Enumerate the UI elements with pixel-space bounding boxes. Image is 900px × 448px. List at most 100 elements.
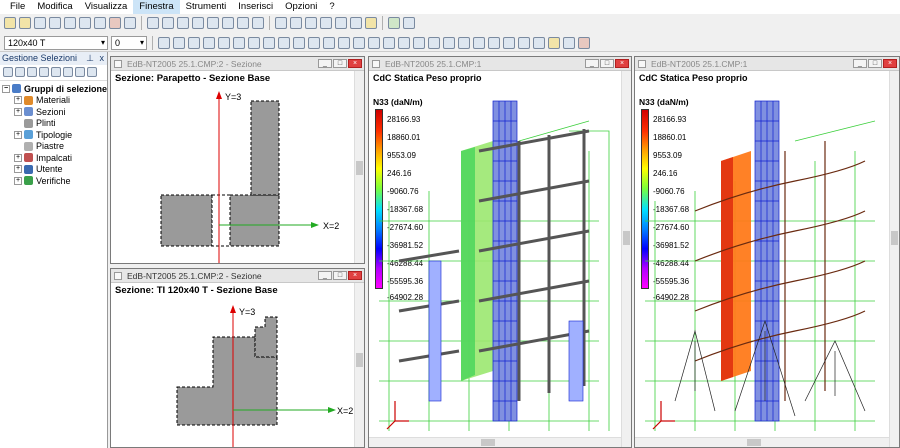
minimize-button[interactable]: _ bbox=[318, 271, 332, 280]
model-window-2[interactable]: EdB-NT2005 25.1.CMP:1 _ □ × CdC Statica Pe… bbox=[634, 56, 900, 448]
expand-icon[interactable]: + bbox=[14, 176, 22, 185]
tree-item-plinti[interactable]: Plinti bbox=[2, 118, 107, 130]
vertical-scrollbar[interactable] bbox=[354, 283, 364, 447]
zoom-all-icon[interactable] bbox=[335, 17, 347, 29]
menu-file[interactable]: File bbox=[4, 0, 31, 14]
filter-save-icon[interactable] bbox=[87, 67, 97, 77]
expand-icon[interactable]: + bbox=[14, 153, 22, 162]
new-icon[interactable] bbox=[4, 17, 16, 29]
scroll-thumb[interactable] bbox=[356, 353, 363, 367]
select-all-icon[interactable] bbox=[368, 36, 380, 49]
filter-none-icon[interactable] bbox=[75, 67, 85, 77]
minimize-button[interactable]: _ bbox=[318, 59, 332, 68]
vertical-scrollbar[interactable] bbox=[889, 71, 899, 447]
zoom-out-icon[interactable] bbox=[305, 17, 317, 29]
dropdown-icon[interactable] bbox=[403, 17, 415, 29]
filter-add-icon[interactable] bbox=[15, 67, 25, 77]
deselect-icon[interactable] bbox=[383, 36, 395, 49]
filter-invert-icon[interactable] bbox=[51, 67, 61, 77]
tree-item-impalcati[interactable]: + Impalcati bbox=[2, 152, 107, 164]
filter-icon[interactable] bbox=[3, 67, 13, 77]
maximize-button[interactable]: □ bbox=[333, 59, 347, 68]
expand-icon[interactable]: + bbox=[14, 107, 22, 116]
menu-opzioni[interactable]: Opzioni bbox=[279, 0, 323, 14]
highlight-icon[interactable] bbox=[548, 36, 560, 49]
save-icon[interactable] bbox=[34, 17, 46, 29]
tree-item-materiali[interactable]: + Materiali bbox=[2, 95, 107, 107]
insert-node-icon[interactable] bbox=[158, 36, 170, 49]
scroll-thumb[interactable] bbox=[481, 439, 495, 446]
scroll-thumb[interactable] bbox=[623, 231, 630, 245]
mirror-icon[interactable] bbox=[293, 36, 305, 49]
grid-icon[interactable] bbox=[233, 36, 245, 49]
paint-icon[interactable] bbox=[578, 36, 590, 49]
print-icon[interactable] bbox=[49, 17, 61, 29]
view-side-icon[interactable] bbox=[162, 17, 174, 29]
tree-item-sezioni[interactable]: + Sezioni bbox=[2, 106, 107, 118]
tree-item-tipologie[interactable]: + Tipologie bbox=[2, 129, 107, 141]
section-window-2[interactable]: EdB-NT2005 25.1.CMP:2 - Sezione _ □ × Sezi… bbox=[110, 268, 365, 448]
snap-icon[interactable] bbox=[248, 36, 260, 49]
pan-icon[interactable] bbox=[252, 17, 264, 29]
hide-icon[interactable] bbox=[443, 36, 455, 49]
open-icon[interactable] bbox=[19, 17, 31, 29]
tree-item-piastre[interactable]: Piastre bbox=[2, 141, 107, 153]
section-window-1[interactable]: EdB-NT2005 25.1.CMP:2 - Sezione _ □ × Sezi… bbox=[110, 56, 365, 264]
model-3d-view[interactable] bbox=[635, 71, 889, 437]
insert-slab-icon[interactable] bbox=[218, 36, 230, 49]
vertical-scrollbar[interactable] bbox=[621, 71, 631, 447]
layers-icon[interactable] bbox=[388, 17, 400, 29]
report-icon[interactable] bbox=[533, 36, 545, 49]
collapse-icon[interactable]: − bbox=[2, 84, 10, 93]
section-combo[interactable]: 120x40 T bbox=[4, 35, 108, 50]
scroll-thumb[interactable] bbox=[747, 439, 761, 446]
select-icon[interactable] bbox=[353, 36, 365, 49]
zoom-previous-icon[interactable] bbox=[350, 17, 362, 29]
filter-icon[interactable] bbox=[428, 36, 440, 49]
level-combo[interactable]: 0 bbox=[111, 35, 147, 50]
table-icon[interactable] bbox=[518, 36, 530, 49]
close-button[interactable]: × bbox=[348, 59, 362, 68]
check-icon[interactable] bbox=[563, 36, 575, 49]
expand-icon[interactable]: + bbox=[14, 96, 22, 105]
menu-visualizza[interactable]: Visualizza bbox=[79, 0, 134, 14]
rotate-right-icon[interactable] bbox=[222, 17, 234, 29]
properties-icon[interactable] bbox=[338, 36, 350, 49]
note-icon[interactable] bbox=[503, 36, 515, 49]
pin-icon[interactable]: ⊥ bbox=[86, 52, 94, 65]
insert-beam-icon[interactable] bbox=[173, 36, 185, 49]
measure-icon[interactable] bbox=[365, 17, 377, 29]
zoom-icon[interactable] bbox=[275, 17, 287, 29]
rotate-left-icon[interactable] bbox=[207, 17, 219, 29]
expand-icon[interactable]: + bbox=[14, 165, 22, 174]
copy-element-icon[interactable] bbox=[263, 36, 275, 49]
close-button[interactable]: × bbox=[615, 59, 629, 68]
vertical-scrollbar[interactable] bbox=[354, 71, 364, 263]
view-iso-icon[interactable] bbox=[192, 17, 204, 29]
maximize-button[interactable]: □ bbox=[868, 59, 882, 68]
array-icon[interactable] bbox=[308, 36, 320, 49]
minimize-button[interactable]: _ bbox=[853, 59, 867, 68]
zoom-window-icon[interactable] bbox=[320, 17, 332, 29]
scroll-thumb[interactable] bbox=[356, 161, 363, 175]
rotate-icon[interactable] bbox=[237, 17, 249, 29]
scroll-thumb[interactable] bbox=[891, 231, 898, 245]
model-window-1[interactable]: EdB-NT2005 25.1.CMP:1 _ □ × CdC Statica Pe… bbox=[368, 56, 632, 448]
expand-icon[interactable]: + bbox=[14, 130, 22, 139]
cut-icon[interactable] bbox=[64, 17, 76, 29]
maximize-button[interactable]: □ bbox=[600, 59, 614, 68]
close-icon[interactable]: x bbox=[100, 52, 105, 65]
model-3d-view[interactable] bbox=[369, 71, 621, 437]
minimize-button[interactable]: _ bbox=[585, 59, 599, 68]
undo-icon[interactable] bbox=[109, 17, 121, 29]
menu-strumenti[interactable]: Strumenti bbox=[180, 0, 233, 14]
tree-item-utente[interactable]: + Utente bbox=[2, 164, 107, 176]
insert-column-icon[interactable] bbox=[188, 36, 200, 49]
horizontal-scrollbar[interactable] bbox=[369, 437, 621, 447]
zoom-in-icon[interactable] bbox=[290, 17, 302, 29]
close-button[interactable]: × bbox=[883, 59, 897, 68]
menu-help[interactable]: ? bbox=[323, 0, 340, 14]
horizontal-scrollbar[interactable] bbox=[635, 437, 889, 447]
redo-icon[interactable] bbox=[124, 17, 136, 29]
close-button[interactable]: × bbox=[348, 271, 362, 280]
